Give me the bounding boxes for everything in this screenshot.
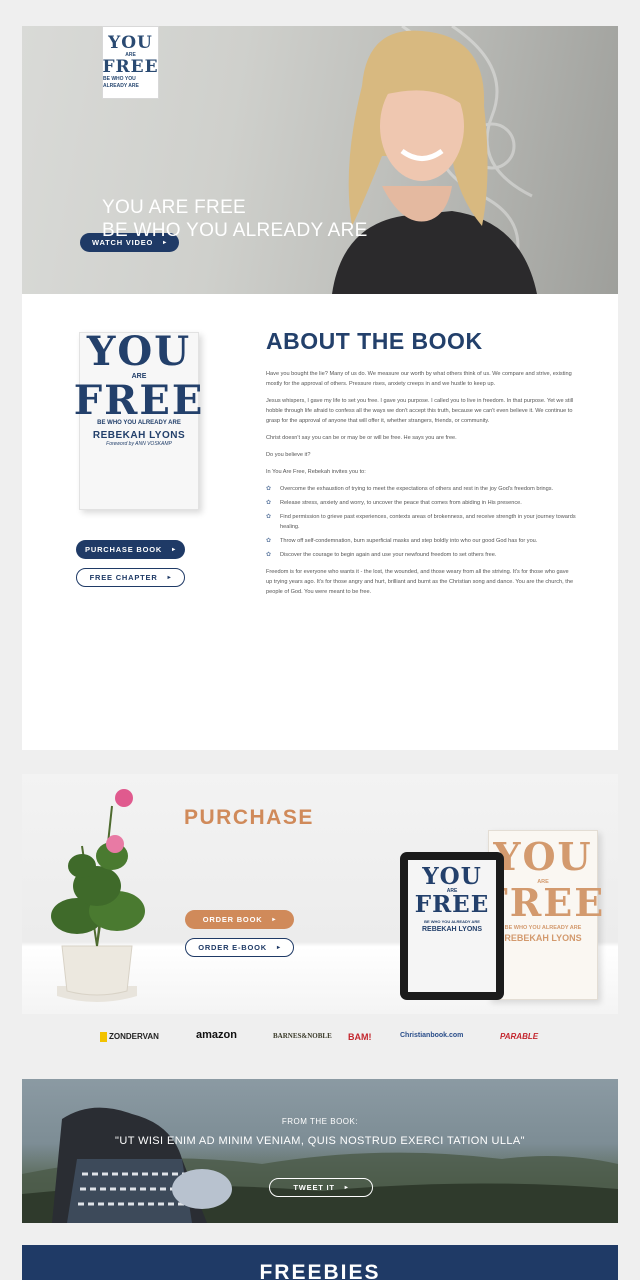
retailer-bam[interactable]: BAM! xyxy=(348,1032,372,1042)
about-paragraph: In You Are Free, Rebekah invites you to: xyxy=(266,469,366,475)
about-paragraph: Have you bought the lie? Many of us do. … xyxy=(266,371,572,387)
text-fade-overlay xyxy=(252,654,592,750)
quote-label: FROM THE BOOK: xyxy=(281,1117,359,1126)
freebies-section: FREEBIES xyxy=(22,1245,618,1280)
quote-banner: FROM THE BOOK: "UT WISI ENIM AD MINIM VE… xyxy=(22,1079,618,1223)
arrow-right-icon: ▸ xyxy=(272,917,277,923)
ebook-author: REBEKAH LYONS xyxy=(421,926,483,933)
logo-subtitle: BE WHO YOU ALREADY ARE xyxy=(103,76,139,89)
hero-headline-line2: BE WHO YOU ALREADY ARE xyxy=(102,220,368,241)
benefit-item: Throw off self-condemnation, burn superf… xyxy=(266,536,576,546)
logo-word-free: FREE xyxy=(102,57,159,77)
about-paragraph: Jesus whispers, I gave my life to set yo… xyxy=(266,398,574,424)
cover-title-you: YOU xyxy=(86,328,192,375)
about-paragraph: Christ doesn't say you can be or may be … xyxy=(266,435,457,441)
author-photo xyxy=(332,30,537,294)
logo-word-you: YOU xyxy=(108,33,153,53)
retailer-logos: ZONDERVAN amazon BARNES&NOBLE BAM! Chris… xyxy=(22,1028,618,1054)
benefit-item: Release stress, anxiety and worry, to un… xyxy=(266,498,576,508)
hardcover-author: REBEKAH LYONS xyxy=(504,933,582,943)
about-title: ABOUT THE BOOK xyxy=(266,328,483,354)
ebook-title-you: YOU xyxy=(422,863,482,890)
benefit-list: Overcome the exhaustion of trying to mee… xyxy=(266,484,576,560)
benefit-item: Discover the courage to begin again and … xyxy=(266,550,576,560)
freebies-title: FREEBIES xyxy=(259,1261,381,1280)
hero-headline: YOU ARE FREE BE WHO YOU ALREADY ARE xyxy=(102,196,368,242)
ebook-title-free: FREE xyxy=(414,891,490,918)
tweet-it-label: TWEET IT xyxy=(293,1183,335,1192)
purchase-title: PURCHASE xyxy=(184,806,314,829)
arrow-right-icon: ▸ xyxy=(167,575,172,581)
purchase-book-label: PURCHASE BOOK xyxy=(85,545,163,554)
retailer-amazon[interactable]: amazon xyxy=(196,1029,237,1041)
purchase-section: PURCHASE ORDER BOOK ▸ ORDER E-BOOK ▸ YOU… xyxy=(22,774,618,1014)
retailer-christianbook[interactable]: Christianbook.com xyxy=(400,1032,463,1039)
retailer-parable[interactable]: PARABLE xyxy=(500,1032,538,1041)
hardcover-title-you: YOU xyxy=(493,834,593,879)
benefit-item: Overcome the exhaustion of trying to mee… xyxy=(266,484,576,494)
about-section: YOU ARE FREE BE WHO YOU ALREADY ARE REBE… xyxy=(22,294,618,750)
hero-banner: YOU ARE FREE BE WHO YOU ALREADY ARE YOU … xyxy=(22,26,618,294)
about-paragraph: Do you believe it? xyxy=(266,452,311,458)
hardcover-book-image: YOU ARE FREE BE WHO YOU ALREADY ARE REBE… xyxy=(481,830,603,1000)
benefit-item: Find permission to grieve past experienc… xyxy=(266,512,576,532)
arrow-right-icon: ▸ xyxy=(172,547,176,553)
landscape-background xyxy=(22,1107,618,1223)
cover-title-free: FREE xyxy=(73,377,205,424)
ebook-subtitle: BE WHO YOU ALREADY ARE xyxy=(424,919,480,924)
cover-subtitle: BE WHO YOU ALREADY ARE xyxy=(97,420,181,426)
cover-foreword: Foreword by ANN VOSKAMP xyxy=(106,441,172,447)
hardcover-subtitle: BE WHO YOU ALREADY ARE xyxy=(504,925,582,931)
quote-text: "UT WISI ENIM AD MINIM VENIAM, QUIS NOST… xyxy=(115,1135,525,1147)
free-chapter-button[interactable]: FREE CHAPTER ▸ xyxy=(76,568,185,587)
free-chapter-label: FREE CHAPTER xyxy=(89,573,158,582)
flower-pot-image xyxy=(51,789,145,1002)
tweet-it-button[interactable]: TWEET IT ▸ xyxy=(269,1178,373,1197)
hero-headline-line1: YOU ARE FREE xyxy=(102,197,247,218)
about-description: Have you bought the lie? Many of us do. … xyxy=(266,369,576,604)
purchase-book-button[interactable]: PURCHASE BOOK ▸ xyxy=(76,540,185,559)
order-book-button[interactable]: ORDER BOOK ▸ xyxy=(185,910,294,929)
retailer-zondervan[interactable]: ZONDERVAN xyxy=(100,1032,159,1042)
order-ebook-label: ORDER E-BOOK xyxy=(198,943,267,952)
retailer-barnes-noble[interactable]: BARNES&NOBLE xyxy=(273,1032,332,1040)
book-cover-image: YOU ARE FREE BE WHO YOU ALREADY ARE REBE… xyxy=(74,328,202,510)
arrow-right-icon: ▸ xyxy=(276,945,281,951)
tablet-screen: YOU ARE FREE BE WHO YOU ALREADY ARE REBE… xyxy=(408,860,496,992)
about-closing: Freedom is for everyone who wants it - t… xyxy=(266,569,574,595)
book-logo[interactable]: YOU ARE FREE BE WHO YOU ALREADY ARE xyxy=(102,26,159,99)
zondervan-mark-icon xyxy=(100,1032,107,1042)
arrow-right-icon: ▸ xyxy=(344,1185,349,1191)
order-ebook-button[interactable]: ORDER E-BOOK ▸ xyxy=(185,938,294,957)
order-book-label: ORDER BOOK xyxy=(202,915,263,924)
ebook-tablet-image: YOU ARE FREE BE WHO YOU ALREADY ARE REBE… xyxy=(400,852,504,1000)
cover-author: REBEKAH LYONS xyxy=(92,430,186,441)
